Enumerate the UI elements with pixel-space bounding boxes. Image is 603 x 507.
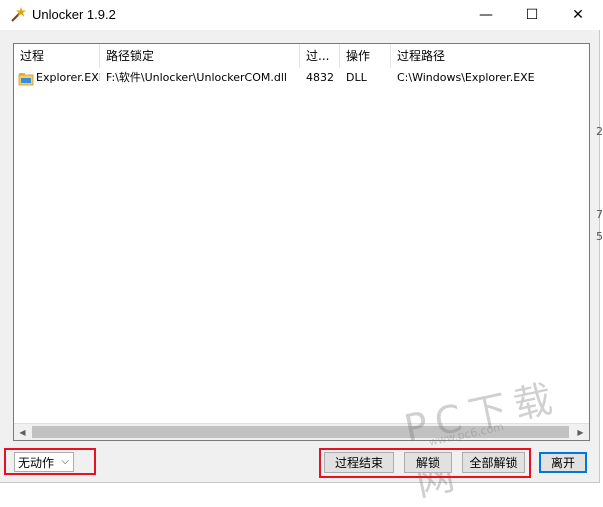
wand-icon — [11, 7, 26, 22]
background-fragment: 7 — [596, 208, 603, 221]
background-fragment: 5 — [596, 230, 603, 243]
quit-button[interactable]: 离开 — [539, 452, 587, 473]
title-bar: Unlocker 1.9.2 — ☐ ✕ — [0, 0, 600, 30]
cell-pid: 4832 — [306, 71, 334, 84]
minimize-icon: — — [479, 7, 493, 23]
cell-process: Explorer.EXE — [36, 71, 100, 84]
column-header-pid[interactable]: 过... — [300, 44, 340, 68]
highlight-box-right — [319, 448, 531, 478]
close-icon: ✕ — [572, 7, 584, 23]
cell-locked-path: F:\软件\Unlocker\UnlockerCOM.dll — [106, 71, 287, 84]
column-header-type[interactable]: 操作 — [340, 44, 391, 68]
cell-type: DLL — [346, 71, 367, 84]
scroll-left-icon[interactable]: ◀ — [14, 424, 31, 440]
table-row[interactable]: Explorer.EXE F:\软件\Unlocker\UnlockerCOM.… — [14, 69, 589, 87]
list-header: 过程 路径锁定 过... 操作 过程路径 — [14, 44, 589, 68]
close-button[interactable]: ✕ — [555, 0, 601, 30]
cell-process-path: C:\Windows\Explorer.EXE — [397, 71, 535, 84]
column-header-locked-path[interactable]: 路径锁定 — [100, 44, 300, 68]
folder-icon — [18, 73, 34, 86]
minimize-button[interactable]: — — [463, 0, 509, 30]
background-fragment: 2 — [596, 125, 603, 138]
window-title: Unlocker 1.9.2 — [32, 7, 116, 22]
column-header-process-path[interactable]: 过程路径 — [391, 44, 589, 68]
maximize-icon: ☐ — [525, 7, 539, 23]
highlight-box-left — [4, 448, 96, 475]
column-header-process[interactable]: 过程 — [14, 44, 100, 68]
maximize-button[interactable]: ☐ — [509, 0, 555, 30]
unlocker-window: Unlocker 1.9.2 — ☐ ✕ 过程 路径锁定 过... 操作 过程路… — [0, 0, 600, 505]
